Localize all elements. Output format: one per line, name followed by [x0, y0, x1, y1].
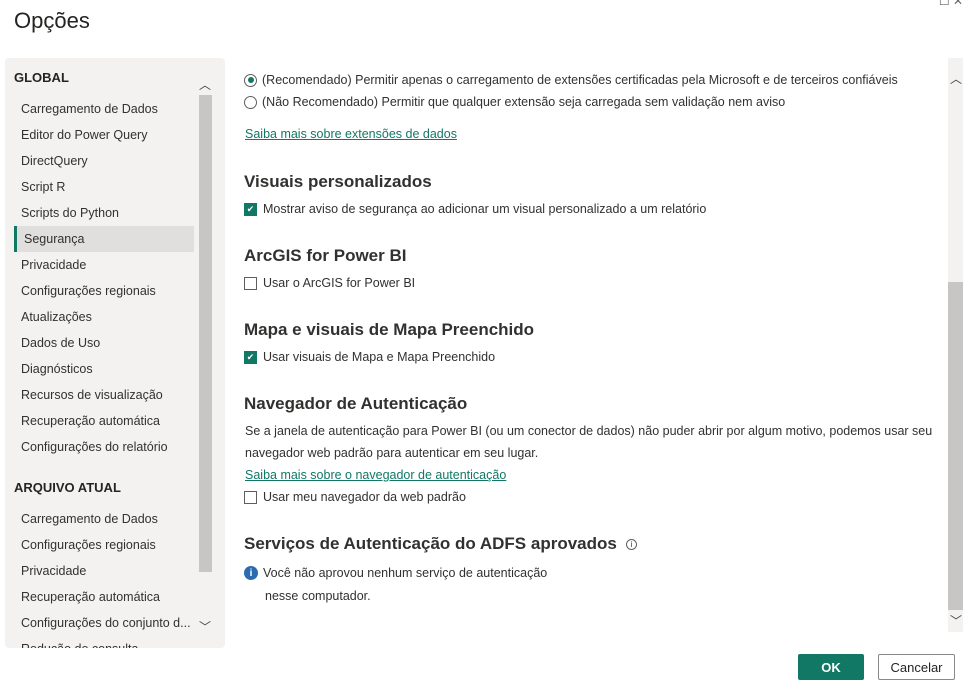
options-sidebar: GLOBAL ︿ ﹀ Carregamento de Dados Editor d… [5, 58, 225, 648]
map-checkbox[interactable]: ✔ Usar visuais de Mapa e Mapa Preenchido [244, 350, 495, 364]
visuals-checkbox[interactable]: ✔ Mostrar aviso de segurança ao adicionar… [244, 202, 706, 216]
radio-icon[interactable] [244, 95, 257, 109]
sidebar-item[interactable]: Privacidade [21, 558, 197, 584]
auth-browser-checkbox[interactable]: Usar meu navegador da web padrão [244, 490, 466, 504]
sidebar-item[interactable]: Configurações regionais [21, 278, 197, 304]
sidebar-item[interactable]: Carregamento de Dados [21, 506, 197, 532]
sidebar-item[interactable]: Atualizações [21, 304, 197, 330]
checkbox-icon[interactable] [244, 490, 257, 504]
auth-browser-heading: Navegador de Autenticação [244, 394, 468, 413]
sidebar-scrollbar-thumb[interactable] [199, 95, 212, 572]
info-outline-icon[interactable]: i [625, 538, 637, 550]
auth-description: navegador web padrão para autenticar em … [245, 446, 539, 460]
radio-label: (Recomendado) Permitir apenas o carregam… [262, 73, 898, 87]
info-icon: i [244, 566, 258, 580]
sidebar-item[interactable]: Editor do Power Query [21, 122, 197, 148]
ok-button[interactable]: OK [798, 654, 864, 680]
adfs-info-text: Você não aprovou nenhum serviço de auten… [263, 566, 548, 580]
sidebar-item[interactable]: Diagnósticos [21, 356, 197, 382]
chevron-up-icon[interactable]: ︿ [199, 76, 211, 93]
data-extensions-link[interactable]: Saiba mais sobre extensões de dados [245, 127, 457, 141]
auth-description: Se a janela de autenticação para Power B… [245, 424, 933, 438]
sidebar-item[interactable]: Configurações do conjunto d... [21, 610, 197, 636]
radio-recommended[interactable]: (Recomendado) Permitir apenas o carregam… [244, 73, 898, 87]
sidebar-item[interactable]: Dados de Uso [21, 330, 197, 356]
sidebar-item[interactable]: Configurações do relatório [21, 434, 197, 460]
sidebar-item[interactable]: Redução de consulta [21, 636, 197, 648]
radio-label: (Não Recomendado) Permitir que qualquer … [262, 95, 786, 109]
adfs-heading: Serviços de Autenticação do ADFS aprovad… [244, 534, 637, 554]
auth-browser-link[interactable]: Saiba mais sobre o navegador de autentic… [245, 468, 506, 482]
chevron-up-icon[interactable]: ︿ [950, 70, 962, 87]
radio-selected-icon[interactable] [244, 73, 257, 87]
sidebar-item[interactable]: Configurações regionais [21, 532, 197, 558]
chevron-down-icon[interactable]: ﹀ [199, 618, 211, 635]
sidebar-item[interactable]: Scripts do Python [21, 200, 197, 226]
adfs-info: i Você não aprovou nenhum serviço de aute… [244, 566, 547, 580]
sidebar-item[interactable]: Carregamento de Dados [21, 96, 197, 122]
checkbox-label: Usar visuais de Mapa e Mapa Preenchido [263, 350, 496, 364]
sidebar-item[interactable]: Privacidade [21, 252, 197, 278]
maximize-icon[interactable]: ☐ [939, 0, 950, 8]
sidebar-item[interactable]: Script R [21, 174, 197, 200]
sidebar-section-current-file: ARQUIVO ATUAL [14, 480, 121, 495]
sidebar-item[interactable]: DirectQuery [21, 148, 197, 174]
checkbox-label: Mostrar aviso de segurança ao adicionar … [263, 202, 707, 216]
close-icon[interactable]: ✕ [953, 0, 963, 8]
checkbox-label: Usar meu navegador da web padrão [263, 490, 466, 504]
window-controls[interactable]: ☐ ✕ [939, 0, 963, 8]
dialog-title: Opções [14, 8, 90, 33]
checkbox-label: Usar o ArcGIS for Power BI [263, 276, 416, 290]
arcgis-heading: ArcGIS for Power BI [244, 246, 407, 265]
sidebar-item[interactable]: Recuperação automática [21, 408, 197, 434]
main-scrollbar-thumb[interactable] [948, 282, 963, 610]
checkbox-checked-icon[interactable]: ✔ [244, 350, 257, 364]
sidebar-item[interactable]: Recuperação automática [21, 584, 197, 610]
checkbox-checked-icon[interactable]: ✔ [244, 202, 257, 216]
sidebar-item[interactable]: Segurança [14, 226, 194, 252]
visuals-heading: Visuais personalizados [244, 172, 432, 191]
sidebar-section-global: GLOBAL [14, 70, 69, 85]
adfs-heading-text: Serviços de Autenticação do ADFS aprovad… [244, 534, 617, 553]
adfs-info-text: nesse computador. [265, 589, 371, 603]
map-heading: Mapa e visuais de Mapa Preenchido [244, 320, 535, 339]
sidebar-item[interactable]: Recursos de visualização [21, 382, 197, 408]
checkbox-icon[interactable] [244, 276, 257, 290]
chevron-down-icon[interactable]: ﹀ [950, 612, 962, 629]
radio-not-recommended[interactable]: (Não Recomendado) Permitir que qualquer … [244, 95, 785, 109]
cancel-button[interactable]: Cancelar [878, 654, 955, 680]
arcgis-checkbox[interactable]: Usar o ArcGIS for Power BI [244, 276, 415, 290]
